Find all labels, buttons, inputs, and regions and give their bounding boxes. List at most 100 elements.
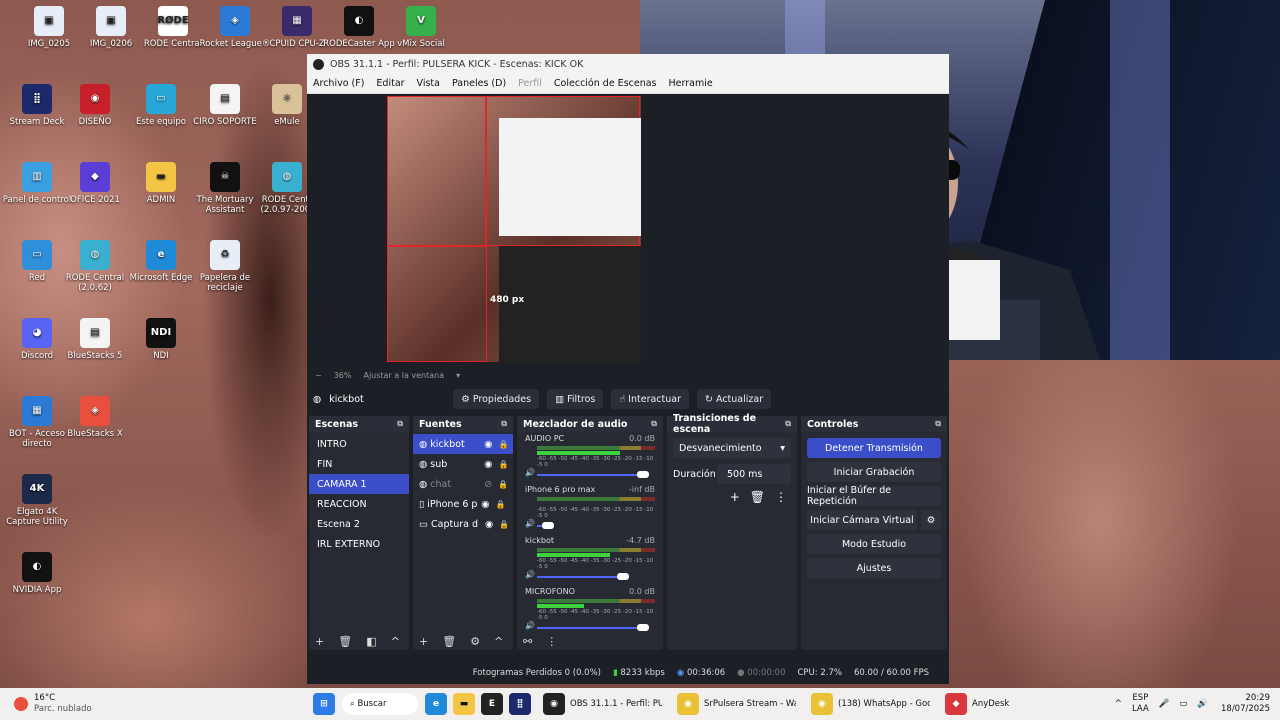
source-bounding-box[interactable] (387, 96, 487, 246)
volume-slider[interactable]: 🔊 (525, 621, 655, 632)
speaker-icon[interactable]: 🔊 (525, 519, 535, 528)
chrome-stream-taskbar-app[interactable]: ◉ SrPulsera Stream - Watc (674, 693, 796, 715)
scene-item[interactable]: REACCION (309, 494, 409, 514)
lock-icon[interactable]: 🔒 (499, 460, 509, 469)
clock-date[interactable]: 18/07/2025 (1221, 704, 1270, 714)
scene-item[interactable]: FIN (309, 454, 409, 474)
desktop-shortcut[interactable]: ◆ OFICE 2021 (58, 162, 132, 205)
desktop-shortcut[interactable]: ◉ DISEÑO (58, 84, 132, 127)
control-button[interactable]: Iniciar Grabación (807, 462, 941, 482)
source-item[interactable]: ◍ sub ◉ 🔒 (413, 454, 513, 474)
trash-icon[interactable]: 🗑 (338, 635, 352, 648)
volume-slider[interactable]: 🔊 (525, 468, 655, 479)
keyboard-layout[interactable]: LAA (1132, 704, 1149, 714)
volume-knob[interactable] (637, 624, 649, 631)
add-icon[interactable]: + (419, 635, 428, 648)
scene-item[interactable]: Escena 2 (309, 514, 409, 534)
more-icon[interactable]: ⋮ (775, 490, 787, 504)
menu-item[interactable]: Vista (411, 78, 446, 89)
desktop-shortcut[interactable]: ▬ ADMIN (124, 162, 198, 205)
control-button[interactable]: Ajustes (807, 558, 941, 578)
epic-taskbar-icon[interactable]: E (481, 693, 503, 715)
lock-icon[interactable]: 🔒 (498, 480, 508, 489)
language[interactable]: ESP (1132, 693, 1149, 704)
source-item[interactable]: ◍ chat ⊘ 🔒 (413, 474, 513, 494)
source-bounding-box[interactable] (387, 246, 487, 362)
volume-knob[interactable] (637, 471, 649, 478)
desktop-shortcut[interactable]: VvMix Social (384, 6, 458, 49)
windows-start-icon[interactable]: ⊞ (313, 693, 335, 715)
chevron-up-icon[interactable]: ^ (494, 635, 503, 648)
eye-icon[interactable]: ◉ (484, 459, 492, 470)
volume-slider[interactable]: 🔊 (525, 519, 655, 530)
trash-icon[interactable]: 🗑 (750, 490, 765, 504)
obs-titlebar[interactable]: OBS 31.1.1 - Perfil: PULSERA KICK - Esce… (307, 54, 949, 74)
speaker-icon[interactable]: 🔊 (525, 570, 535, 579)
volume-slider[interactable]: 🔊 (525, 570, 655, 581)
undock-icon[interactable]: ⧉ (651, 419, 657, 429)
duration-input[interactable]: 500 ms (717, 464, 791, 484)
add-icon[interactable]: + (315, 635, 324, 648)
menu-item[interactable]: Paneles (D) (446, 78, 512, 89)
network-icon[interactable]: ▭ (1179, 699, 1187, 709)
gear-icon[interactable]: ⚙ (470, 635, 480, 648)
weather-widget[interactable]: 16°C Parc. nublado (0, 693, 310, 715)
zoom-value[interactable]: 36% (334, 371, 352, 380)
eye-icon[interactable]: ◉ (481, 499, 489, 510)
scene-item[interactable]: IRL EXTERNO (309, 534, 409, 554)
volume-knob[interactable] (542, 522, 554, 529)
zoom-minus-icon[interactable]: − (315, 371, 322, 380)
microphone-icon[interactable]: 🎤 (1159, 699, 1170, 709)
desktop-shortcut[interactable]: ♻ Papelera de reciclaje (188, 240, 262, 293)
menu-item[interactable]: Herramie (663, 78, 719, 89)
menu-item[interactable]: Colección de Escenas (548, 78, 663, 89)
filter-icon[interactable]: ◧ (366, 635, 376, 648)
volume-knob[interactable] (617, 573, 629, 580)
obs-taskbar-app[interactable]: ◉ OBS 31.1.1 - Perfil: PULSE (540, 693, 662, 715)
trash-icon[interactable]: 🗑 (442, 635, 456, 648)
lock-icon[interactable]: 🔒 (499, 440, 509, 449)
refresh-button[interactable]: ↻ Actualizar (697, 389, 772, 409)
undock-icon[interactable]: ⧉ (935, 419, 941, 429)
explorer-taskbar-icon[interactable]: ▬ (453, 693, 475, 715)
chevron-up-icon[interactable]: ^ (1115, 699, 1122, 709)
link-icon[interactable]: ⚯ (523, 635, 532, 648)
undock-icon[interactable]: ⧉ (397, 419, 403, 429)
eye-icon[interactable]: ◉ (485, 519, 493, 530)
control-button[interactable]: Iniciar Cámara Virtual ⚙ (807, 510, 941, 530)
clock-time[interactable]: 20:29 (1218, 693, 1271, 704)
eye-icon[interactable]: ◉ (484, 439, 492, 450)
source-item[interactable]: ▯ iPhone 6 p ◉ 🔒 (413, 494, 513, 514)
edge-taskbar-icon[interactable]: e (425, 693, 447, 715)
source-item[interactable]: ◍ kickbot ◉ 🔒 (413, 434, 513, 454)
properties-button[interactable]: ⚙ Propiedades (453, 389, 540, 409)
scene-item[interactable]: CAMARA 1 (309, 474, 409, 494)
add-icon[interactable]: + (730, 490, 740, 504)
menu-item[interactable]: Perfil (512, 78, 548, 89)
obs-preview[interactable]: 480 px (307, 94, 949, 364)
search-box[interactable]: ⌕ Buscar (342, 693, 418, 715)
speaker-icon[interactable]: 🔊 (525, 468, 535, 477)
lock-icon[interactable]: 🔒 (499, 520, 509, 529)
filters-button[interactable]: ▥ Filtros (547, 389, 604, 409)
chrome-whatsapp-taskbar-app[interactable]: ◉ (138) WhatsApp - Googl (808, 693, 930, 715)
menu-item[interactable]: Archivo (F) (307, 78, 370, 89)
source-item[interactable]: ▭ Captura d ◉ 🔒 (413, 514, 513, 534)
undock-icon[interactable]: ⧉ (785, 419, 791, 429)
desktop-shortcut[interactable]: 4K Elgato 4K Capture Utility (0, 474, 74, 527)
menu-item[interactable]: Editar (370, 78, 410, 89)
transition-select[interactable]: Desvanecimiento ▾ (673, 438, 791, 458)
stream-deck-taskbar-icon[interactable]: ⣿ (509, 693, 531, 715)
more-icon[interactable]: ⋮ (546, 635, 557, 648)
volume-icon[interactable]: 🔊 (1197, 699, 1208, 709)
interact-button[interactable]: ☝ Interactuar (611, 389, 689, 409)
undock-icon[interactable]: ⧉ (501, 419, 507, 429)
chevron-down-icon[interactable]: ▾ (456, 371, 460, 380)
desktop-shortcut[interactable]: ▭ Este equipo (124, 84, 198, 127)
desktop-shortcut[interactable]: ◍ RODE Central (2.0.62) (58, 240, 132, 293)
chevron-up-icon[interactable]: ^ (391, 635, 400, 648)
anydesk-taskbar-app[interactable]: ◆ AnyDesk (942, 693, 1064, 715)
desktop-shortcut[interactable]: NDI NDI (124, 318, 198, 361)
desktop-shortcut[interactable]: ◈ BlueStacks X (58, 396, 132, 439)
scene-item[interactable]: INTRO (309, 434, 409, 454)
